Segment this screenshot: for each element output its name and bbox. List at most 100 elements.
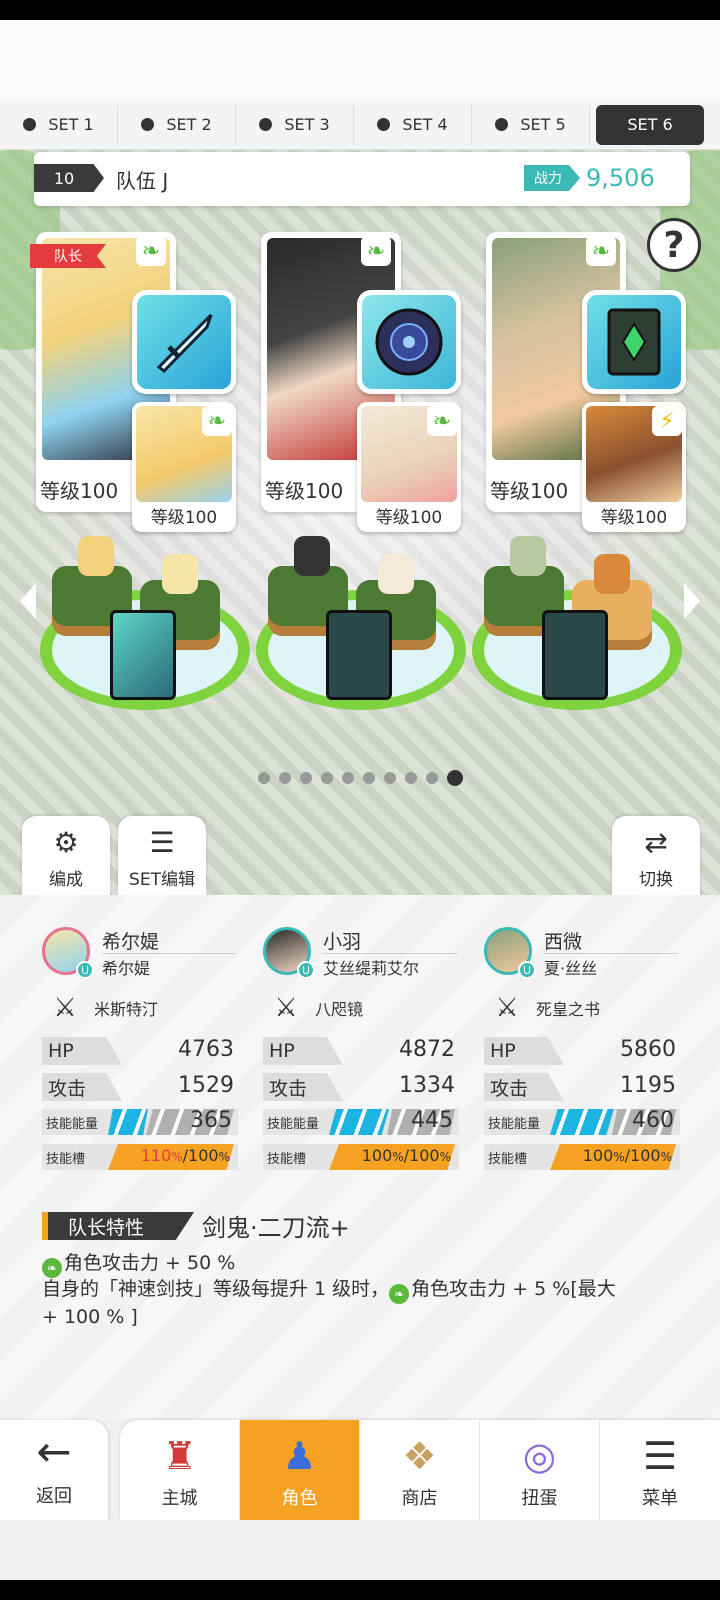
page-dot[interactable] — [405, 772, 417, 784]
list-icon: ☰ — [149, 826, 175, 859]
equipment-slot[interactable] — [582, 290, 686, 394]
nav-main-city[interactable]: ♜ 主城 — [120, 1420, 240, 1520]
page-dot[interactable] — [384, 772, 396, 784]
character-subname: 夏·丝丝 — [544, 959, 598, 978]
tab-label: SET 1 — [48, 115, 94, 134]
skill-slot-value: 110%/100% — [140, 1146, 230, 1165]
divider — [323, 953, 457, 954]
attack-stat: 攻击 1334 — [263, 1073, 459, 1101]
nav-shop[interactable]: ❖ 商店 — [360, 1420, 480, 1520]
hero-slot-1[interactable]: 等级100 队长 ❧ ❧ 等级100 — [30, 232, 262, 562]
character-header[interactable]: U 小羽 艾丝缇莉艾尔 — [263, 927, 459, 979]
skill-slot-bar: 技能槽 110%/100% — [42, 1144, 238, 1170]
back-button[interactable]: ← 返回 — [0, 1420, 108, 1520]
menu-list-icon: ☰ — [642, 1434, 678, 1478]
formation-button[interactable]: ⚙ 编成 — [22, 816, 110, 898]
switch-button[interactable]: ⇄ 切换 — [612, 816, 700, 898]
prev-arrow-icon[interactable] — [20, 583, 36, 619]
rank-badge-icon: U — [518, 961, 536, 979]
weapon-row[interactable]: ⚔ 米斯特汀 — [50, 990, 158, 1026]
page-dot[interactable] — [426, 772, 438, 784]
wind-element-icon: ❧ — [389, 1284, 410, 1304]
skill-slot-current: 110 — [140, 1146, 172, 1165]
skill-slot-label: 技能槽 — [267, 1152, 307, 1167]
book-item-sprite — [542, 610, 608, 700]
page-dot[interactable] — [342, 772, 354, 784]
nav-character[interactable]: ♟ 角色 — [240, 1420, 360, 1520]
nav-menu[interactable]: ☰ 菜单 — [600, 1420, 720, 1520]
tab-set-2[interactable]: SET 2 — [118, 104, 236, 145]
skill-slot-max: 100 — [188, 1146, 219, 1165]
power-value: 9,506 — [586, 164, 655, 192]
weapon-row[interactable]: ⚔ 死皇之书 — [492, 990, 600, 1026]
wind-element-icon: ❧ — [586, 236, 616, 266]
dot-icon — [23, 118, 37, 131]
equipment-slot[interactable] — [132, 290, 236, 394]
wind-element-icon: ❧ — [361, 236, 391, 266]
page-dot-active[interactable] — [447, 770, 463, 786]
support-level: 等级100 — [150, 508, 218, 528]
tab-set-5[interactable]: SET 5 — [472, 104, 590, 145]
character-icon: ♟ — [282, 1434, 317, 1478]
rank-badge-icon: U — [76, 961, 94, 979]
skill-slot-label: 技能槽 — [46, 1152, 86, 1167]
skill-energy-bar: 技能能量 365 — [42, 1108, 238, 1135]
leader-trait-title: 剑鬼·二刀流+ — [202, 1214, 350, 1242]
skill-energy-fill — [550, 1109, 614, 1135]
dot-icon — [377, 118, 391, 131]
equipment-slot[interactable] — [357, 290, 461, 394]
tab-set-4[interactable]: SET 4 — [354, 104, 472, 145]
weapon-name: 死皇之书 — [536, 1000, 601, 1019]
book-icon — [587, 295, 681, 389]
page-dot[interactable] — [321, 772, 333, 784]
support-card[interactable]: ❧ 等级100 — [132, 402, 236, 532]
tab-label: SET 3 — [284, 115, 330, 134]
weapon-row[interactable]: ⚔ 八咫镜 — [271, 990, 363, 1026]
weapon-name: 米斯特汀 — [94, 1000, 159, 1019]
castle-icon: ♜ — [162, 1434, 197, 1478]
character-header[interactable]: U 希尔媞 希尔媞 — [42, 927, 238, 979]
pedestal-2 — [256, 530, 466, 720]
hero-slot-2[interactable]: 等级100 ❧ ❧ 等级100 — [261, 232, 487, 562]
tab-set-6[interactable]: SET 6 — [596, 104, 704, 145]
wind-element-icon: ❧ — [136, 236, 166, 266]
skill-slot-value: 100%/100% — [582, 1146, 672, 1165]
shop-bag-icon: ❖ — [402, 1434, 437, 1478]
character-subname: 艾丝缇莉艾尔 — [323, 959, 420, 978]
mirror-icon — [362, 295, 456, 389]
hero-slot-3[interactable]: 等级100 ❧ ⚡ 等级100 — [486, 232, 712, 562]
nav-label: 扭蛋 — [521, 1488, 558, 1509]
nav-label: 菜单 — [642, 1488, 678, 1509]
support-card[interactable]: ⚡ 等级100 — [582, 402, 686, 532]
team-bar[interactable]: 10 队伍 J 战力 9,506 — [34, 152, 690, 206]
skill-energy-bar: 技能能量 445 — [263, 1108, 459, 1135]
skill-slot-current: 100 — [361, 1146, 393, 1165]
skill-slot-label: 技能槽 — [488, 1152, 528, 1167]
tab-set-3[interactable]: SET 3 — [236, 104, 354, 145]
back-label: 返回 — [36, 1486, 72, 1507]
hp-stat: HP 5860 — [484, 1037, 680, 1065]
page-dot[interactable] — [363, 772, 375, 784]
team-name: 队伍 J — [116, 169, 169, 193]
detail-panel: U 希尔媞 希尔媞 ⚔ 米斯特汀 HP 4763 攻击 1529 技能能量 36… — [0, 895, 720, 1420]
hp-label: HP — [263, 1037, 343, 1065]
chibi-sprite — [594, 554, 630, 594]
skill-energy-label: 技能能量 — [46, 1117, 99, 1132]
nav-gacha[interactable]: ◎ 扭蛋 — [480, 1420, 600, 1520]
page-dot[interactable] — [258, 772, 270, 784]
page-indicator — [258, 770, 463, 786]
pedestal-3 — [472, 530, 682, 720]
tab-set-1[interactable]: SET 1 — [0, 104, 118, 145]
next-arrow-icon[interactable] — [684, 583, 700, 619]
character-header[interactable]: U 西微 夏·丝丝 — [484, 927, 680, 979]
support-level: 等级100 — [375, 508, 443, 528]
page-dot[interactable] — [279, 772, 291, 784]
page-dot[interactable] — [300, 772, 312, 784]
weapon-name: 八咫镜 — [315, 1000, 364, 1019]
rank-badge-icon: U — [297, 961, 315, 979]
set-edit-button[interactable]: ☰ SET编辑 — [118, 816, 206, 898]
support-card[interactable]: ❧ 等级100 — [357, 402, 461, 532]
chibi-sprite — [510, 536, 546, 576]
formation-label: 编成 — [49, 870, 83, 890]
character-name: 小羽 — [323, 931, 362, 953]
